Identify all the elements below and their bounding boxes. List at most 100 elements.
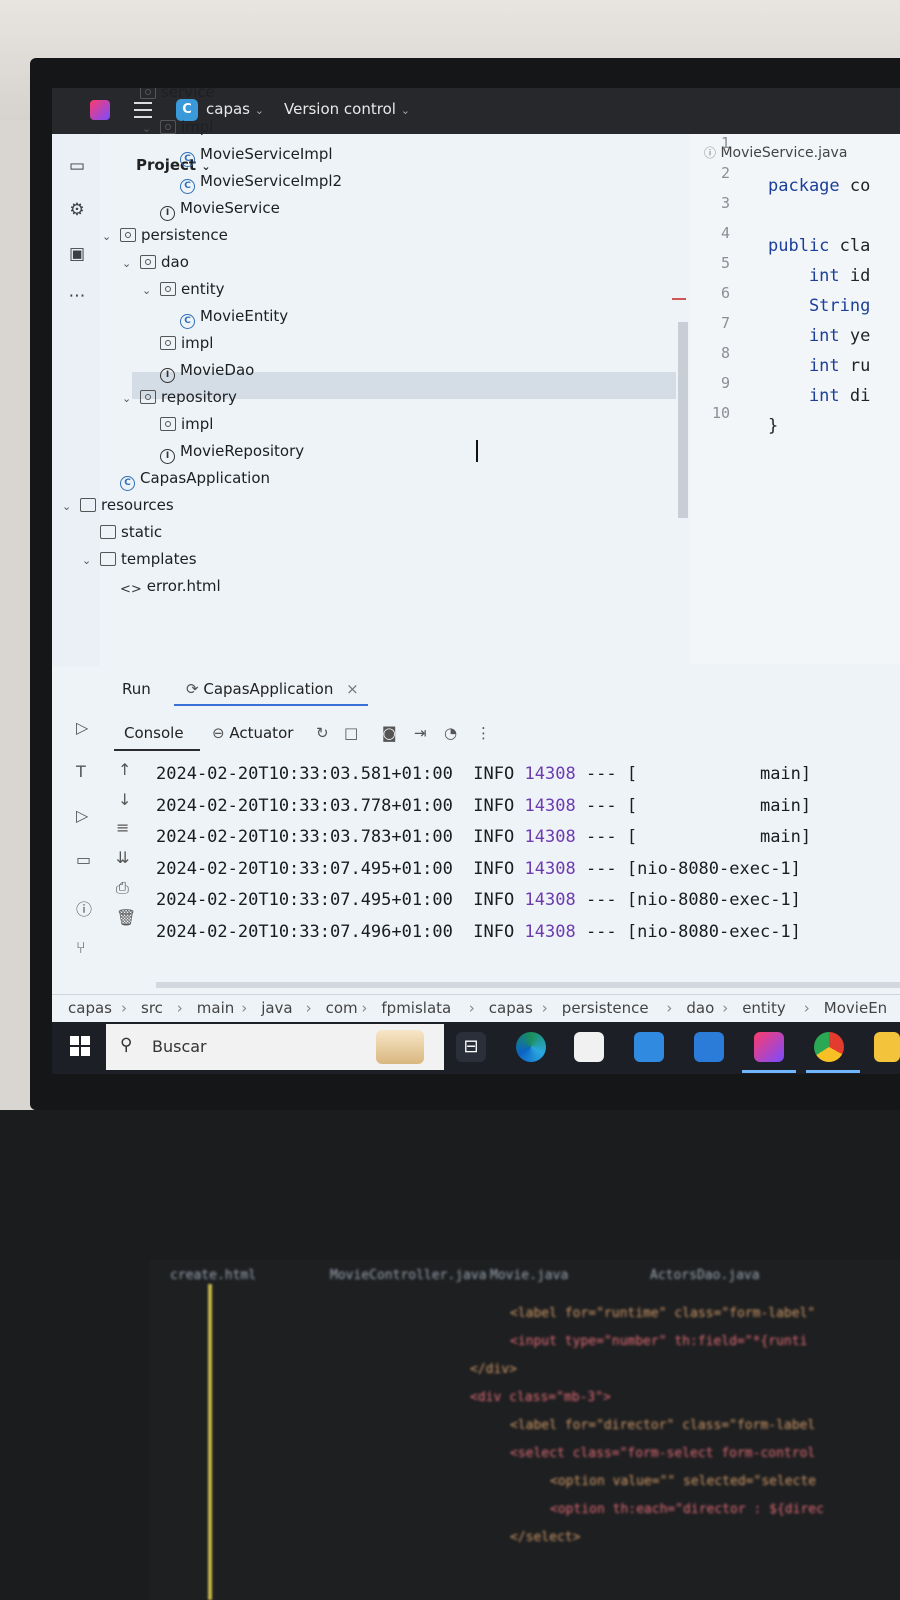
tree-item[interactable]: C MovieEntity [162,304,289,329]
background-code-line: <select class="form-select form-control [510,1446,816,1461]
desk-foreground: create.html MovieController.java Movie.jav… [0,1110,900,1600]
tree-item[interactable]: service [122,88,215,104]
change-marker [672,298,686,300]
tab-console[interactable]: Console [124,724,184,742]
tree-item[interactable]: C CapasApplication [102,466,270,491]
chevron-down-icon[interactable]: ⌄ [122,387,134,411]
folder-icon[interactable]: ▭ [66,156,88,176]
tree-item[interactable]: impl [142,331,213,355]
breadcrumb-item[interactable]: entity [742,999,786,1017]
tree-item[interactable]: I MovieRepository [142,439,304,464]
text-cursor [476,440,478,462]
chevron-down-icon[interactable]: ⌄ [142,117,154,141]
tree-item[interactable]: ⌄ persistence [102,223,228,247]
code-line: int ru [768,356,871,376]
chevron-down-icon[interactable]: ⌄ [82,549,94,573]
background-code-line: <option th:each="director : ${direc [550,1502,824,1517]
chevron-right-icon: › [541,999,548,1017]
tree-item[interactable]: static [82,520,162,544]
chevron-right-icon: › [361,999,368,1017]
breadcrumb-item[interactable]: fpmislata [381,999,451,1017]
build-icon[interactable]: T [76,762,86,781]
run-tab-capasapplication[interactable]: ⟳ CapasApplication × [186,680,359,698]
package-icon [160,417,176,431]
version-control-menu[interactable]: Version control ⌄ [284,100,410,118]
breadcrumb-item[interactable]: src [141,999,163,1017]
profiler-icon[interactable]: ◔ [444,724,457,742]
git-icon[interactable]: ⑂ [76,938,86,957]
trash-icon[interactable]: 🗑 [116,908,136,927]
chrome-icon[interactable] [814,1032,844,1062]
breadcrumb-item[interactable]: MovieEn [824,999,887,1017]
run-icon[interactable]: ▷ [76,718,88,737]
breadcrumb-item[interactable]: persistence [562,999,649,1017]
task-view-icon[interactable]: ⊟ [456,1032,486,1062]
breadcrumb-item[interactable]: capas [68,999,112,1017]
chevron-down-icon[interactable]: ⌄ [122,252,134,276]
tree-item[interactable]: ⌄ repository [122,385,237,409]
rerun-icon[interactable]: ↻ [316,724,329,742]
run-active-icon[interactable]: ▷ [76,806,88,825]
tree-scrollbar[interactable] [678,322,688,518]
background-editor-tab: ActorsDao.java [650,1268,760,1283]
tree-item[interactable]: impl [142,412,213,436]
chrome-indicator [806,1070,860,1073]
breadcrumb-item[interactable]: capas [489,999,533,1017]
search-icon: ⚲ [120,1035,133,1055]
code-editor[interactable]: ⓘ MovieService.java 1 2 3 4 5 6 7 8 9 10 package … [690,134,900,664]
chevron-down-icon[interactable]: ⌄ [62,495,74,519]
tree-item-label: MovieEntity [200,307,289,325]
stop-icon[interactable]: □ [344,724,358,742]
tree-item[interactable]: I MovieService [142,196,280,221]
tree-item[interactable]: ⌄ entity [142,277,225,301]
services-icon[interactable]: ⚙ [66,200,88,220]
breadcrumb-item[interactable]: main [197,999,234,1017]
taskbar-search[interactable]: ⚲ Buscar [106,1024,444,1070]
tree-item[interactable]: ⌄ resources [62,493,174,517]
console-hscrollbar[interactable] [156,982,900,988]
tree-item[interactable]: C MovieServiceImpl2 [162,169,342,194]
log-line: 2024-02-20T10:33:03.778+01:00 INFO 14308… [156,795,812,816]
intellij-taskbar-icon[interactable] [754,1032,784,1062]
scroll-down-icon[interactable]: ↓ [118,790,131,809]
terminal-icon[interactable]: ▭ [76,850,91,869]
problems-icon[interactable]: ⓘ [76,896,92,920]
tree-item[interactable]: ⌄ impl [142,115,213,139]
spring-app-icon: C [120,476,135,491]
import-icon[interactable]: ⇥ [414,724,427,742]
windows-start-icon[interactable] [70,1036,90,1056]
tree-item[interactable]: I MovieDao [142,358,254,383]
more-icon[interactable]: ⋯ [66,286,88,306]
print-icon[interactable]: ⎙ [116,878,129,898]
tree-item[interactable]: <> error.html [102,574,221,598]
tree-item[interactable]: ⌄ dao [122,250,189,274]
camera-icon[interactable]: ◙ [382,724,397,742]
kebab-menu-icon[interactable]: ⋮ [476,724,491,742]
mail-icon[interactable] [634,1032,664,1062]
scroll-to-end-icon[interactable]: ⇊ [116,848,129,867]
chevron-down-icon[interactable]: ⌄ [102,225,114,249]
edge-icon[interactable] [516,1032,546,1062]
line-number: 3 [720,194,730,212]
structure-icon[interactable]: ▣ [66,244,88,264]
file-explorer-icon[interactable] [874,1032,900,1062]
tree-item[interactable]: C MovieServiceImpl [162,142,333,167]
code-line: String [768,296,871,316]
tree-item-label: error.html [146,577,221,595]
intellij-logo-icon [90,100,110,120]
tree-item[interactable]: ⌄ templates [82,547,197,571]
folder-icon [100,525,116,539]
chevron-down-icon[interactable]: ⌄ [142,279,154,303]
background-editor-tab: MovieController.java [330,1268,487,1283]
code-line: } [768,416,779,436]
hp-icon[interactable] [694,1032,724,1062]
breadcrumb-item[interactable]: com [326,999,358,1017]
store-icon[interactable] [574,1032,604,1062]
tab-actuator[interactable]: ⊖ Actuator [212,724,293,742]
soft-wrap-icon[interactable]: ≡ [116,818,129,837]
line-number: 4 [720,224,730,242]
scroll-up-icon[interactable]: ↑ [118,760,131,779]
breadcrumb-item[interactable]: java [261,999,292,1017]
breadcrumb-item[interactable]: dao [686,999,714,1017]
close-icon[interactable]: × [346,680,359,698]
